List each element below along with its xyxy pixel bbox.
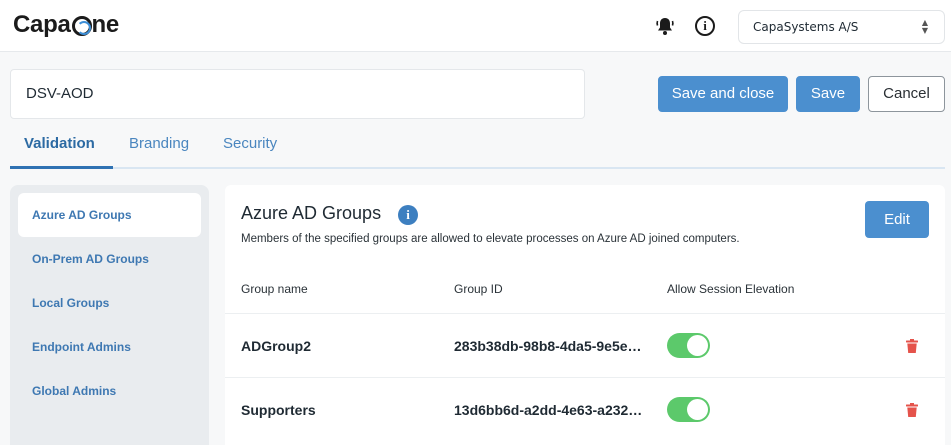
organization-select[interactable]: CapaSystems A/S ▲ ▼ — [738, 10, 945, 44]
panel-title: Azure AD Groups — [241, 203, 382, 223]
sidebar-item-azure-ad-groups[interactable]: Azure AD Groups — [18, 193, 201, 237]
group-id-cell: 283b38db-98b8-4da5-9e5e… — [454, 338, 642, 354]
toggle-knob — [687, 399, 708, 420]
sidebar-item-endpoint-admins[interactable]: Endpoint Admins — [18, 325, 201, 369]
policy-name-input[interactable]: DSV-AOD — [10, 69, 585, 119]
bell-icon[interactable] — [655, 16, 675, 36]
active-tab-indicator — [10, 166, 113, 169]
cancel-button[interactable]: Cancel — [868, 76, 945, 112]
info-icon[interactable]: i — [695, 16, 715, 36]
top-bar: Capa ne i CapaSystems A/S ▲ ▼ — [0, 0, 951, 52]
logo-text-left: Capa — [13, 11, 71, 38]
sidebar-item-local-groups[interactable]: Local Groups — [18, 281, 201, 325]
column-header-group-id: Group ID — [454, 282, 503, 296]
group-name-cell: Supporters — [241, 402, 316, 418]
group-name-cell: ADGroup2 — [241, 338, 311, 354]
tab-security[interactable]: Security — [223, 135, 277, 152]
table-row: Supporters 13d6bb6d-a2dd-4e63-a232… — [225, 377, 945, 441]
tab-bar: Validation Branding Security — [10, 127, 945, 169]
sidebar: Azure AD Groups On-Prem AD Groups Local … — [10, 185, 209, 445]
trash-icon[interactable] — [906, 403, 918, 417]
edit-button[interactable]: Edit — [865, 201, 929, 238]
group-id-cell: 13d6bb6d-a2dd-4e63-a232… — [454, 402, 643, 418]
capaone-logo[interactable]: Capa ne — [13, 11, 119, 39]
panel-description: Members of the specified groups are allo… — [241, 233, 740, 245]
info-icon[interactable]: i — [398, 205, 418, 225]
logo-text-right: ne — [91, 11, 120, 38]
tab-validation[interactable]: Validation — [24, 135, 95, 152]
sidebar-item-global-admins[interactable]: Global Admins — [18, 369, 201, 413]
logo-ring-icon — [71, 16, 92, 36]
column-header-group-name: Group name — [241, 282, 308, 296]
allow-session-elevation-toggle[interactable] — [667, 397, 710, 422]
toggle-knob — [687, 335, 708, 356]
trash-icon[interactable] — [906, 339, 918, 353]
azure-ad-groups-panel: Azure AD Groups i Members of the specifi… — [225, 185, 945, 445]
save-button[interactable]: Save — [796, 76, 860, 112]
organization-select-value: CapaSystems A/S — [753, 20, 859, 34]
sidebar-item-on-prem-ad-groups[interactable]: On-Prem AD Groups — [18, 237, 201, 281]
table-row: ADGroup2 283b38db-98b8-4da5-9e5e… — [225, 313, 945, 377]
allow-session-elevation-toggle[interactable] — [667, 333, 710, 358]
save-and-close-button[interactable]: Save and close — [658, 76, 788, 112]
column-header-allow-session-elevation: Allow Session Elevation — [667, 282, 795, 296]
chevron-updown-icon: ▲ ▼ — [921, 18, 928, 35]
tab-branding[interactable]: Branding — [129, 135, 189, 152]
